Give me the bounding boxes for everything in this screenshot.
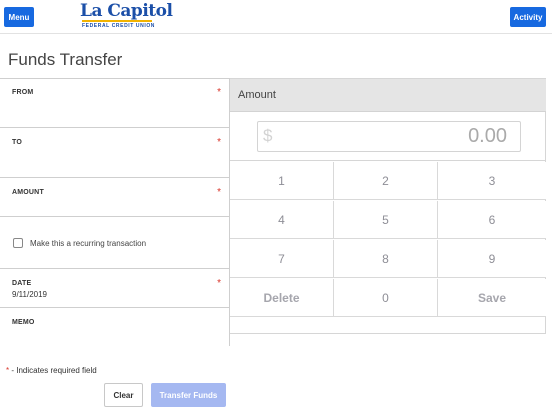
activity-button[interactable]: Activity	[510, 7, 546, 27]
keypad-key-save[interactable]: Save	[438, 279, 546, 317]
keypad-key-0[interactable]: 0	[334, 279, 438, 317]
menu-button[interactable]: Menu	[4, 7, 34, 27]
from-field[interactable]: FROM *	[0, 79, 229, 128]
keypad-key-delete[interactable]: Delete	[230, 279, 334, 317]
date-field[interactable]: DATE * 9/11/2019	[0, 270, 229, 308]
recurring-checkbox[interactable]	[13, 238, 23, 248]
keypad-key-9[interactable]: 9	[438, 240, 546, 278]
amount-field[interactable]: AMOUNT *	[0, 179, 229, 217]
top-bar: Menu La Capitol FEDERAL CREDIT UNION Act…	[0, 0, 552, 34]
keypad-key-3[interactable]: 3	[438, 162, 546, 200]
recurring-row: Make this a recurring transaction	[0, 218, 229, 269]
currency-symbol: $	[263, 126, 273, 145]
required-note-text: - Indicates required field	[9, 366, 97, 375]
clear-button[interactable]: Clear	[104, 383, 143, 407]
amount-label: AMOUNT	[12, 189, 44, 196]
date-value: 9/11/2019	[12, 290, 47, 299]
memo-field[interactable]: MEMO	[0, 309, 229, 347]
required-note: * - Indicates required field	[6, 366, 97, 375]
keypad-grid: 1 2 3 4 5 6 7 8 9 Delete 0 Save	[230, 162, 546, 318]
to-field[interactable]: TO *	[0, 129, 229, 178]
from-label: FROM	[12, 89, 34, 96]
keypad-header: Amount	[230, 79, 546, 112]
required-marker: *	[217, 137, 221, 148]
transfer-funds-button[interactable]: Transfer Funds	[151, 383, 226, 407]
keypad-key-6[interactable]: 6	[438, 201, 546, 239]
memo-label: MEMO	[12, 319, 35, 326]
amount-display-row: $ 0.00	[230, 113, 546, 161]
transfer-form: FROM * TO * AMOUNT * Make this a recurri…	[0, 78, 230, 346]
amount-display[interactable]: $ 0.00	[257, 121, 521, 152]
logo-swoosh	[82, 20, 152, 22]
logo-name: La Capitol	[80, 1, 173, 21]
required-marker: *	[217, 278, 221, 289]
keypad-key-4[interactable]: 4	[230, 201, 334, 239]
required-marker: *	[217, 87, 221, 98]
keypad-key-8[interactable]: 8	[334, 240, 438, 278]
keypad-key-1[interactable]: 1	[230, 162, 334, 200]
keypad-key-2[interactable]: 2	[334, 162, 438, 200]
required-marker: *	[217, 187, 221, 198]
date-label: DATE	[12, 280, 32, 287]
amount-keypad-panel: Amount $ 0.00 1 2 3 4 5 6 7 8 9 Delete 0 Save	[230, 78, 546, 334]
recurring-label[interactable]: Make this a recurring transaction	[30, 239, 146, 248]
to-label: TO	[12, 139, 22, 146]
keypad-title: Amount	[238, 89, 276, 101]
logo: La Capitol FEDERAL CREDIT UNION	[80, 1, 173, 31]
page-title: Funds Transfer	[8, 50, 123, 69]
keypad-key-7[interactable]: 7	[230, 240, 334, 278]
logo-subtitle: FEDERAL CREDIT UNION	[82, 23, 156, 29]
amount-value: 0.00	[468, 125, 507, 147]
keypad-key-5[interactable]: 5	[334, 201, 438, 239]
